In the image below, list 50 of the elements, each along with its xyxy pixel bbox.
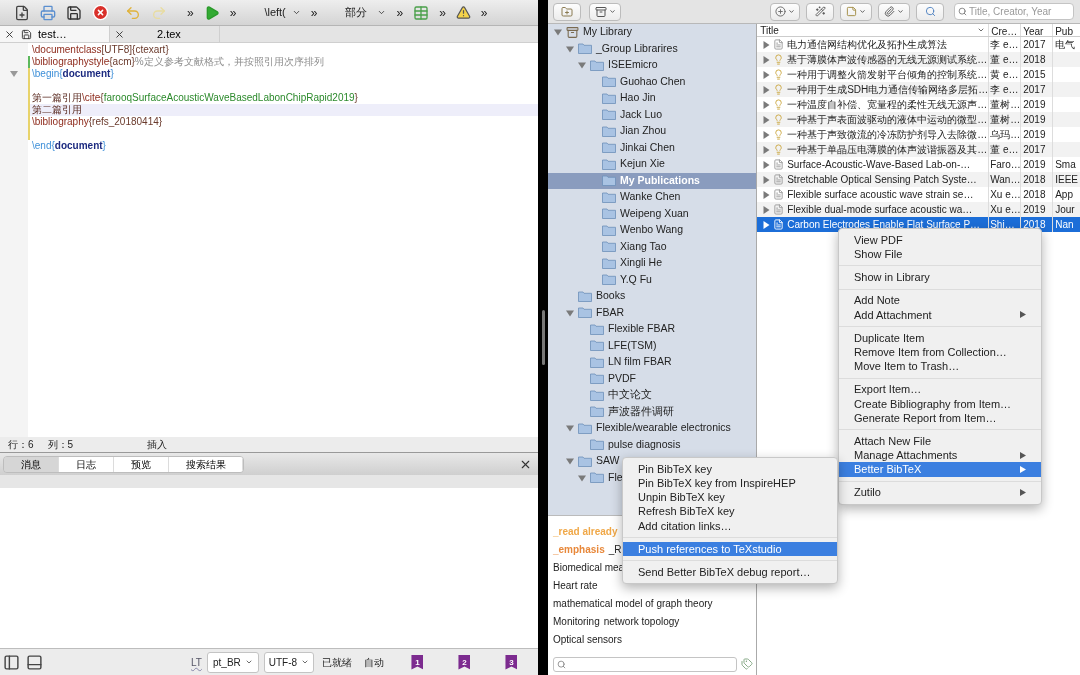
table-cell-text: 2019: [1023, 128, 1046, 142]
table-cell-text: 一种基于单晶压电薄膜的体声波谐振器及其…: [787, 143, 988, 157]
table-cell-text: 董 e…: [990, 53, 1019, 67]
table-cell-text: 董树…: [990, 113, 1021, 127]
table-cell-text: 一种基于声表面波驱动的液体中运动的微型…: [787, 113, 988, 127]
table-cell-text: 2017: [1023, 83, 1046, 97]
table-cell-text: 2018: [1023, 218, 1046, 232]
table-cell-text: Stretchable Optical Sensing Patch Syste…: [787, 173, 977, 187]
table-cell-text: 李 e…: [990, 38, 1019, 52]
table-cell-text: Sma: [1055, 158, 1076, 172]
table-cell-text: 一种温度自补偿、宽量程的柔性无线无源声…: [787, 98, 988, 112]
table-cell-text: 2019: [1023, 158, 1046, 172]
column-number: 列：5: [47, 438, 74, 452]
table-cell-text: 电气: [1055, 38, 1076, 52]
table-cell-text: 一种基于声致微流的冷冻防护剂导入去除微…: [787, 128, 988, 142]
table-cell-text: 乌玛…: [990, 128, 1021, 142]
table-cell-text: Surface-Acoustic-Wave-Based Lab-on-…: [787, 158, 971, 172]
edit-mode: 插入: [147, 438, 168, 452]
table-cell-text: App: [1055, 188, 1073, 202]
table-cell-text: 黄 e…: [990, 68, 1019, 82]
table-cell-text: 董树…: [990, 98, 1021, 112]
table-cell-text: Xu e…: [990, 203, 1021, 217]
table-cell-text: Shi…: [990, 218, 1015, 232]
table-cell-text: 2017: [1023, 143, 1046, 157]
table-cell-text: Xu e…: [990, 188, 1021, 202]
table-cell-text: 一种用于生成SDH电力通信传输网络多层拓…: [787, 83, 989, 97]
table-cell-text: Faro…: [990, 158, 1021, 172]
table-cell-text: 2017: [1023, 38, 1046, 52]
table-cell-text: Wan…: [990, 173, 1021, 187]
table-cell-text: 2018: [1023, 188, 1046, 202]
status-text: 自动: [363, 655, 384, 670]
table-cell-text: 2018: [1023, 173, 1046, 187]
table-cell-text: 2019: [1023, 98, 1046, 112]
table-cell-text: Jour: [1055, 203, 1075, 217]
table-cell-text: Nan: [1055, 218, 1074, 232]
line-number: 行：6: [8, 438, 34, 452]
table-cell-text: 2019: [1023, 113, 1046, 127]
table-cell-text: Carbon Electrodes Enable Flat Surface P…: [787, 218, 981, 232]
table-cell-text: 2015: [1023, 68, 1046, 82]
table-cell-text: 2018: [1023, 53, 1046, 67]
table-cell-text: IEEE: [1055, 173, 1078, 187]
status-text: 已就绪: [321, 655, 352, 670]
table-cell-text: 电力通信网结构优化及拓扑生成算法: [787, 38, 948, 52]
table-cell-text: Flexible surface acoustic wave strain se…: [787, 188, 974, 202]
table-cell-text: 董 e…: [990, 143, 1019, 157]
table-cell-text: 基于薄膜体声波传感器的无线无源测试系统…: [787, 53, 988, 67]
table-cell-text: 一种用于调整火箭发射平台倾角的控制系统…: [787, 68, 988, 82]
table-cell-text: 李 e…: [990, 83, 1019, 97]
table-cell-text: Flexible dual-mode surface acoustic wa…: [787, 203, 973, 217]
table-cell-text: 2019: [1023, 203, 1046, 217]
